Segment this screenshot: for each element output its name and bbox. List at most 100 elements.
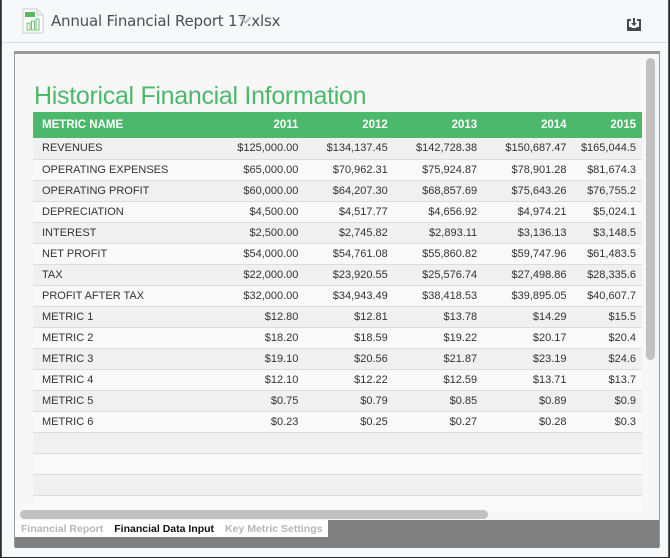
- metric-name-cell[interactable]: METRIC 1: [33, 306, 216, 328]
- value-cell[interactable]: $0.28: [483, 411, 573, 433]
- value-cell[interactable]: $27,498.86: [483, 264, 573, 286]
- tab-key-metric-settings[interactable]: Key Metric Settings: [225, 523, 322, 535]
- metric-name-cell[interactable]: METRIC 4: [33, 369, 216, 391]
- value-cell[interactable]: $12.22: [304, 369, 394, 391]
- value-cell[interactable]: [393, 495, 484, 510]
- value-cell[interactable]: $12.81: [304, 306, 394, 328]
- value-cell[interactable]: [304, 432, 394, 454]
- value-cell[interactable]: $3,148.5: [572, 222, 642, 244]
- download-icon[interactable]: [626, 16, 642, 32]
- value-cell[interactable]: $0.89: [483, 390, 573, 412]
- metric-name-cell[interactable]: METRIC 5: [33, 390, 216, 412]
- value-cell[interactable]: $0.23: [215, 411, 305, 433]
- value-cell[interactable]: $125,000.00: [215, 138, 305, 160]
- tab-financial-report[interactable]: Financial Report: [21, 523, 103, 535]
- column-header-2014[interactable]: 2014: [483, 112, 573, 138]
- metric-name-cell[interactable]: [33, 432, 216, 454]
- value-cell[interactable]: [304, 474, 394, 496]
- value-cell[interactable]: $81,674.3: [572, 159, 642, 181]
- value-cell[interactable]: $75,924.87: [393, 159, 484, 181]
- value-cell[interactable]: $4,974.21: [483, 201, 573, 223]
- metric-name-cell[interactable]: METRIC 3: [33, 348, 216, 370]
- value-cell[interactable]: $61,483.5: [572, 243, 642, 265]
- value-cell[interactable]: $65,000.00: [215, 159, 305, 181]
- value-cell[interactable]: [572, 453, 642, 475]
- value-cell[interactable]: [483, 474, 573, 496]
- value-cell[interactable]: $19.22: [393, 327, 484, 349]
- value-cell[interactable]: $38,418.53: [393, 285, 484, 307]
- sheet-grid-area[interactable]: Historical Financial Information METRIC …: [15, 54, 642, 510]
- column-header-2013[interactable]: 2013: [393, 112, 484, 138]
- value-cell[interactable]: [215, 453, 305, 475]
- value-cell[interactable]: [393, 453, 484, 475]
- column-header-2015[interactable]: 2015: [572, 112, 642, 138]
- value-cell[interactable]: $0.75: [215, 390, 305, 412]
- value-cell[interactable]: [572, 495, 642, 510]
- value-cell[interactable]: $2,745.82: [304, 222, 394, 244]
- value-cell[interactable]: $0.9: [572, 390, 642, 412]
- value-cell[interactable]: $23.19: [483, 348, 573, 370]
- metric-name-cell[interactable]: OPERATING PROFIT: [33, 180, 216, 202]
- value-cell[interactable]: [304, 453, 394, 475]
- value-cell[interactable]: $13.7: [572, 369, 642, 391]
- metric-name-cell[interactable]: [33, 453, 216, 475]
- value-cell[interactable]: $18.59: [304, 327, 394, 349]
- value-cell[interactable]: $12.80: [215, 306, 305, 328]
- value-cell[interactable]: [215, 495, 305, 510]
- value-cell[interactable]: [483, 453, 573, 475]
- value-cell[interactable]: $12.10: [215, 369, 305, 391]
- value-cell[interactable]: $2,893.11: [393, 222, 484, 244]
- value-cell[interactable]: $20.56: [304, 348, 394, 370]
- value-cell[interactable]: $68,857.69: [393, 180, 484, 202]
- value-cell[interactable]: $23,920.55: [304, 264, 394, 286]
- metric-name-cell[interactable]: METRIC 2: [33, 327, 216, 349]
- metric-name-cell[interactable]: NET PROFIT: [33, 243, 216, 265]
- value-cell[interactable]: $75,643.26: [483, 180, 573, 202]
- metric-name-cell[interactable]: [33, 495, 216, 510]
- value-cell[interactable]: $32,000.00: [215, 285, 305, 307]
- value-cell[interactable]: $20.4: [572, 327, 642, 349]
- value-cell[interactable]: [304, 495, 394, 510]
- value-cell[interactable]: $2,500.00: [215, 222, 305, 244]
- value-cell[interactable]: $70,962.31: [304, 159, 394, 181]
- value-cell[interactable]: $0.85: [393, 390, 484, 412]
- value-cell[interactable]: $4,656.92: [393, 201, 484, 223]
- column-header-metric-name[interactable]: METRIC NAME: [33, 112, 216, 138]
- value-cell[interactable]: $40,607.7: [572, 285, 642, 307]
- metric-name-cell[interactable]: DEPRECIATION: [33, 201, 216, 223]
- metric-name-cell[interactable]: METRIC 6: [33, 411, 216, 433]
- value-cell[interactable]: $0.27: [393, 411, 484, 433]
- value-cell[interactable]: $3,136.13: [483, 222, 573, 244]
- metric-name-cell[interactable]: OPERATING EXPENSES: [33, 159, 216, 181]
- tab-financial-data-input[interactable]: Financial Data Input: [114, 523, 214, 535]
- value-cell[interactable]: $60,000.00: [215, 180, 305, 202]
- value-cell[interactable]: $134,137.45: [304, 138, 394, 160]
- chevron-down-icon[interactable]: [239, 16, 252, 25]
- column-header-2011[interactable]: 2011: [215, 112, 305, 138]
- value-cell[interactable]: $13.78: [393, 306, 484, 328]
- column-header-2012[interactable]: 2012: [304, 112, 394, 138]
- value-cell[interactable]: $24.6: [572, 348, 642, 370]
- value-cell[interactable]: $0.25: [304, 411, 394, 433]
- value-cell[interactable]: $54,000.00: [215, 243, 305, 265]
- metric-name-cell[interactable]: TAX: [33, 264, 216, 286]
- value-cell[interactable]: $22,000.00: [215, 264, 305, 286]
- value-cell[interactable]: $4,517.77: [304, 201, 394, 223]
- value-cell[interactable]: $165,044.5: [572, 138, 642, 160]
- value-cell[interactable]: $25,576.74: [393, 264, 484, 286]
- value-cell[interactable]: $21.87: [393, 348, 484, 370]
- horizontal-scrollbar-thumb[interactable]: [20, 510, 488, 519]
- value-cell[interactable]: $15.5: [572, 306, 642, 328]
- metric-name-cell[interactable]: PROFIT AFTER TAX: [33, 285, 216, 307]
- value-cell[interactable]: $34,943.49: [304, 285, 394, 307]
- value-cell[interactable]: $150,687.47: [483, 138, 573, 160]
- value-cell[interactable]: $78,901.28: [483, 159, 573, 181]
- value-cell[interactable]: $0.79: [304, 390, 394, 412]
- value-cell[interactable]: $13.71: [483, 369, 573, 391]
- value-cell[interactable]: $0.3: [572, 411, 642, 433]
- metric-name-cell[interactable]: [33, 474, 216, 496]
- vertical-scrollbar-thumb[interactable]: [646, 58, 655, 360]
- value-cell[interactable]: [215, 474, 305, 496]
- value-cell[interactable]: $12.59: [393, 369, 484, 391]
- value-cell[interactable]: $39,895.05: [483, 285, 573, 307]
